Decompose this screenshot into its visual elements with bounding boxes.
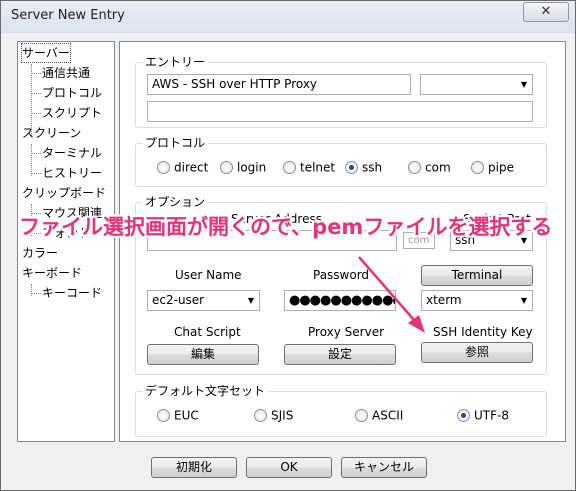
title-bar: Server New Entry ✕ <box>1 1 575 33</box>
close-button[interactable]: ✕ <box>523 2 569 22</box>
protocol-group: プロトコル direct login telnet ssh com pipe <box>135 135 547 187</box>
terminal-type-select[interactable]: xterm ▼ <box>421 290 533 311</box>
server-new-entry-dialog: Server New Entry ✕ サーバー 通信共通 プロトコル スクリプト… <box>0 0 576 491</box>
cancel-button[interactable]: キャンセル <box>341 457 427 478</box>
entry-group: エントリー AWS - SSH over HTTP Proxy ▼ <box>135 54 547 128</box>
charset-ascii-radio[interactable]: ASCII <box>355 407 403 423</box>
entry-group-select[interactable]: ▼ <box>420 74 533 95</box>
proxy-server-label: Proxy Server <box>308 325 385 339</box>
chat-script-label: Chat Script <box>174 325 241 339</box>
tree-item-comm-common[interactable]: 通信共通 <box>42 64 90 82</box>
protocol-legend: プロトコル <box>142 135 209 151</box>
protocol-com-radio[interactable]: com <box>408 159 451 175</box>
password-label: Password <box>313 268 370 282</box>
user-name-label: User Name <box>175 268 242 282</box>
proxy-server-settings-button[interactable]: 設定 <box>284 344 396 365</box>
radio-circle <box>471 161 484 174</box>
entry-memo-input[interactable] <box>147 101 533 122</box>
initialize-button[interactable]: 初期化 <box>151 457 237 478</box>
radio-circle <box>220 161 233 174</box>
tree-item-server[interactable]: サーバー <box>21 43 71 63</box>
protocol-login-radio[interactable]: login <box>220 159 266 175</box>
close-icon: ✕ <box>540 4 552 19</box>
radio-circle <box>355 409 368 422</box>
tree-item-script[interactable]: スクリプト <box>42 104 102 122</box>
charset-euc-radio[interactable]: EUC <box>157 407 199 423</box>
charset-utf8-radio[interactable]: UTF-8 <box>457 407 509 423</box>
entry-legend: エントリー <box>142 54 209 70</box>
settings-panel: エントリー AWS - SSH over HTTP Proxy ▼ プロトコル … <box>119 41 566 442</box>
tree-item-clipboard[interactable]: クリップボード <box>22 184 106 202</box>
tree-item-terminal[interactable]: ターミナル <box>42 144 102 162</box>
radio-circle-selected <box>345 161 358 174</box>
password-input[interactable]: ●●●●●●●●●●●●● <box>284 290 396 311</box>
ssh-identity-key-label: SSH Identity Key <box>433 325 533 339</box>
tree-item-keyboard[interactable]: キーボード <box>22 264 82 282</box>
protocol-direct-radio[interactable]: direct <box>157 159 208 175</box>
settings-tree: サーバー 通信共通 プロトコル スクリプト スクリーン ターミナル ヒストリー … <box>17 41 115 442</box>
radio-circle <box>408 161 421 174</box>
radio-circle <box>283 161 296 174</box>
tree-item-keycode[interactable]: キーコード <box>42 284 102 302</box>
radio-circle <box>157 161 170 174</box>
radio-circle <box>254 409 267 422</box>
protocol-ssh-radio[interactable]: ssh <box>345 159 382 175</box>
chevron-down-icon: ▼ <box>520 80 528 89</box>
tree-item-history[interactable]: ヒストリー <box>42 164 102 182</box>
window-title: Server New Entry <box>11 8 125 23</box>
protocol-pipe-radio[interactable]: pipe <box>471 159 514 175</box>
options-legend: オプション <box>142 194 209 210</box>
charset-group: デフォルト文字セット EUC SJIS ASCII UTF-8 <box>135 383 547 437</box>
chat-script-edit-button[interactable]: 編集 <box>147 344 259 365</box>
tree-item-color[interactable]: カラー <box>22 244 58 262</box>
tree-item-screen[interactable]: スクリーン <box>22 124 81 142</box>
terminal-button[interactable]: Terminal <box>421 265 533 286</box>
charset-sjis-radio[interactable]: SJIS <box>254 407 293 423</box>
entry-name-input[interactable]: AWS - SSH over HTTP Proxy <box>147 74 411 95</box>
user-name-select[interactable]: ec2-user ▼ <box>147 290 260 311</box>
ssh-identity-key-browse-button[interactable]: 参照 <box>421 342 533 363</box>
radio-circle-selected <box>457 409 470 422</box>
charset-legend: デフォルト文字セット <box>142 383 269 399</box>
tree-item-protocol[interactable]: プロトコル <box>42 84 102 102</box>
ok-button[interactable]: OK <box>246 457 332 478</box>
chevron-down-icon: ▼ <box>247 296 255 305</box>
radio-circle <box>157 409 170 422</box>
tutorial-annotation-text: ファイル選択画面が開くので、pemファイルを選択する <box>19 215 553 239</box>
chevron-down-icon: ▼ <box>520 296 528 305</box>
protocol-telnet-radio[interactable]: telnet <box>283 159 335 175</box>
